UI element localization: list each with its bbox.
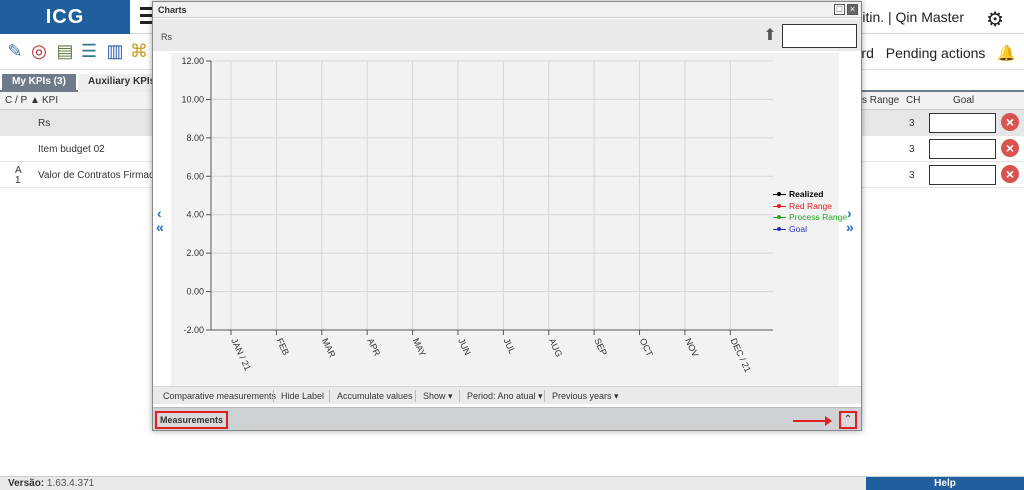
maximize-icon[interactable]: □ bbox=[834, 4, 845, 15]
chart-kpi-input[interactable] bbox=[782, 24, 857, 48]
cp-value: A 1 bbox=[15, 165, 22, 186]
y-tick-label: 10.00 bbox=[181, 94, 204, 104]
modal-title: Charts bbox=[153, 2, 861, 18]
hide-label-button[interactable]: Hide Label bbox=[281, 391, 324, 401]
ch-value: 3 bbox=[909, 170, 915, 181]
target-icon[interactable]: ◎ bbox=[28, 40, 50, 62]
kpi-name: Valor de Contratos Firmados bbox=[38, 170, 166, 181]
close-icon[interactable]: × bbox=[847, 4, 858, 15]
legend-label: Process Range bbox=[789, 212, 848, 222]
legend-marker bbox=[773, 226, 786, 231]
y-tick-label: 12.00 bbox=[181, 56, 204, 66]
separator bbox=[459, 390, 460, 402]
legend-label: Goal bbox=[789, 223, 807, 234]
chart-header: Rs ⬆ bbox=[153, 19, 861, 51]
y-tick-label: -2.00 bbox=[183, 325, 204, 335]
bar-chart-icon[interactable]: ▥ bbox=[104, 40, 126, 62]
show-dropdown[interactable]: Show ▾ bbox=[423, 391, 453, 402]
nav-pending-actions[interactable]: Pending actions bbox=[886, 45, 986, 61]
legend-item[interactable]: Red Range bbox=[773, 201, 847, 213]
charts-modal: Charts □ × Rs ⬆ ‹ « › » 12.00 10.00 8.00 6.… bbox=[152, 1, 862, 431]
edit-icon[interactable]: ✎ bbox=[4, 40, 26, 62]
y-tick-label: 0.00 bbox=[186, 287, 204, 297]
clipboard-icon[interactable]: ▤ bbox=[54, 40, 76, 62]
right-nav: board Pending actions 🔔 bbox=[838, 44, 1024, 62]
y-tick-label: 8.00 bbox=[186, 133, 204, 143]
legend-item[interactable]: Process Range bbox=[773, 212, 847, 224]
col-ch[interactable]: CH bbox=[906, 95, 920, 106]
sort-icon[interactable]: ▲ bbox=[30, 95, 40, 106]
delete-icon[interactable]: × bbox=[1001, 165, 1019, 183]
legend-marker bbox=[773, 192, 786, 197]
separator bbox=[415, 390, 416, 402]
y-tick-label: 6.00 bbox=[186, 171, 204, 181]
separator bbox=[329, 390, 330, 402]
col-range[interactable]: ss Range bbox=[857, 95, 899, 106]
version-number: 1.63.4.371 bbox=[46, 478, 95, 489]
ch-value: 3 bbox=[909, 144, 915, 155]
col-kpi[interactable]: KPI bbox=[42, 95, 58, 106]
app-logo[interactable]: ICG bbox=[0, 0, 130, 34]
footer: Versão: 1.63.4.371 Help bbox=[0, 476, 1024, 490]
help-button[interactable]: Help bbox=[866, 477, 1024, 490]
goal-input[interactable] bbox=[929, 113, 996, 133]
kpi-name: Item budget 02 bbox=[38, 144, 105, 155]
legend-item[interactable]: Realized bbox=[773, 189, 847, 201]
chart-legend: Realized Red Range Process Range Goal bbox=[773, 189, 847, 235]
delete-icon[interactable]: × bbox=[1001, 113, 1019, 131]
attachment-icon[interactable]: ⌘ bbox=[128, 40, 150, 62]
ch-value: 3 bbox=[909, 118, 915, 129]
y-tick-label: 4.00 bbox=[186, 210, 204, 220]
comparative-measurements-button[interactable]: Comparative measurements bbox=[163, 391, 276, 401]
gear-icon[interactable]: ⚙ bbox=[986, 7, 1004, 32]
user-info[interactable]: alitin. | Qin Master bbox=[851, 9, 964, 25]
col-cp[interactable]: C / P bbox=[5, 95, 27, 106]
legend-marker bbox=[773, 215, 786, 220]
col-goal[interactable]: Goal bbox=[953, 95, 974, 106]
annotation-arrow bbox=[793, 416, 832, 426]
goal-input[interactable] bbox=[929, 139, 996, 159]
line-chart: 12.0010.008.006.004.002.000.00-2.00JAN /… bbox=[171, 53, 839, 386]
delete-icon[interactable]: × bbox=[1001, 139, 1019, 157]
version-info: Versão: 1.63.4.371 bbox=[8, 478, 94, 489]
double-chevron-up-icon[interactable]: ⌃ bbox=[839, 411, 857, 429]
goal-input[interactable] bbox=[929, 165, 996, 185]
separator bbox=[273, 390, 274, 402]
separator bbox=[544, 390, 545, 402]
list-icon[interactable]: ☰ bbox=[78, 40, 100, 62]
legend-label: Red Range bbox=[789, 200, 833, 211]
period-dropdown[interactable]: Period: Ano atual ▾ bbox=[467, 391, 543, 402]
chart-background bbox=[171, 53, 839, 386]
previous-years-dropdown[interactable]: Previous years ▾ bbox=[552, 391, 619, 402]
accumulate-values-button[interactable]: Accumulate values bbox=[337, 391, 413, 401]
legend-label: Realized bbox=[789, 189, 824, 199]
measurements-bar: Measurements ⌃ bbox=[153, 407, 861, 430]
chart-options-bar: Comparative measurements Hide Label Accu… bbox=[153, 386, 861, 404]
y-tick-label: 2.00 bbox=[186, 248, 204, 258]
measurements-button[interactable]: Measurements bbox=[155, 411, 229, 429]
tab-my-kpis[interactable]: My KPIs (3) bbox=[2, 74, 76, 92]
chart-area: Rs ⬆ ‹ « › » 12.00 10.00 8.00 6.00 4.00 2.00 0… bbox=[153, 19, 861, 386]
chart-kpi-label: Rs bbox=[161, 32, 172, 42]
bell-icon[interactable]: 🔔 bbox=[997, 44, 1016, 62]
kpi-name: Rs bbox=[38, 118, 51, 129]
version-label: Versão: bbox=[8, 478, 45, 489]
legend-marker bbox=[773, 203, 786, 208]
legend-item[interactable]: Goal bbox=[773, 224, 847, 236]
arrow-up-icon[interactable]: ⬆ bbox=[761, 27, 779, 45]
